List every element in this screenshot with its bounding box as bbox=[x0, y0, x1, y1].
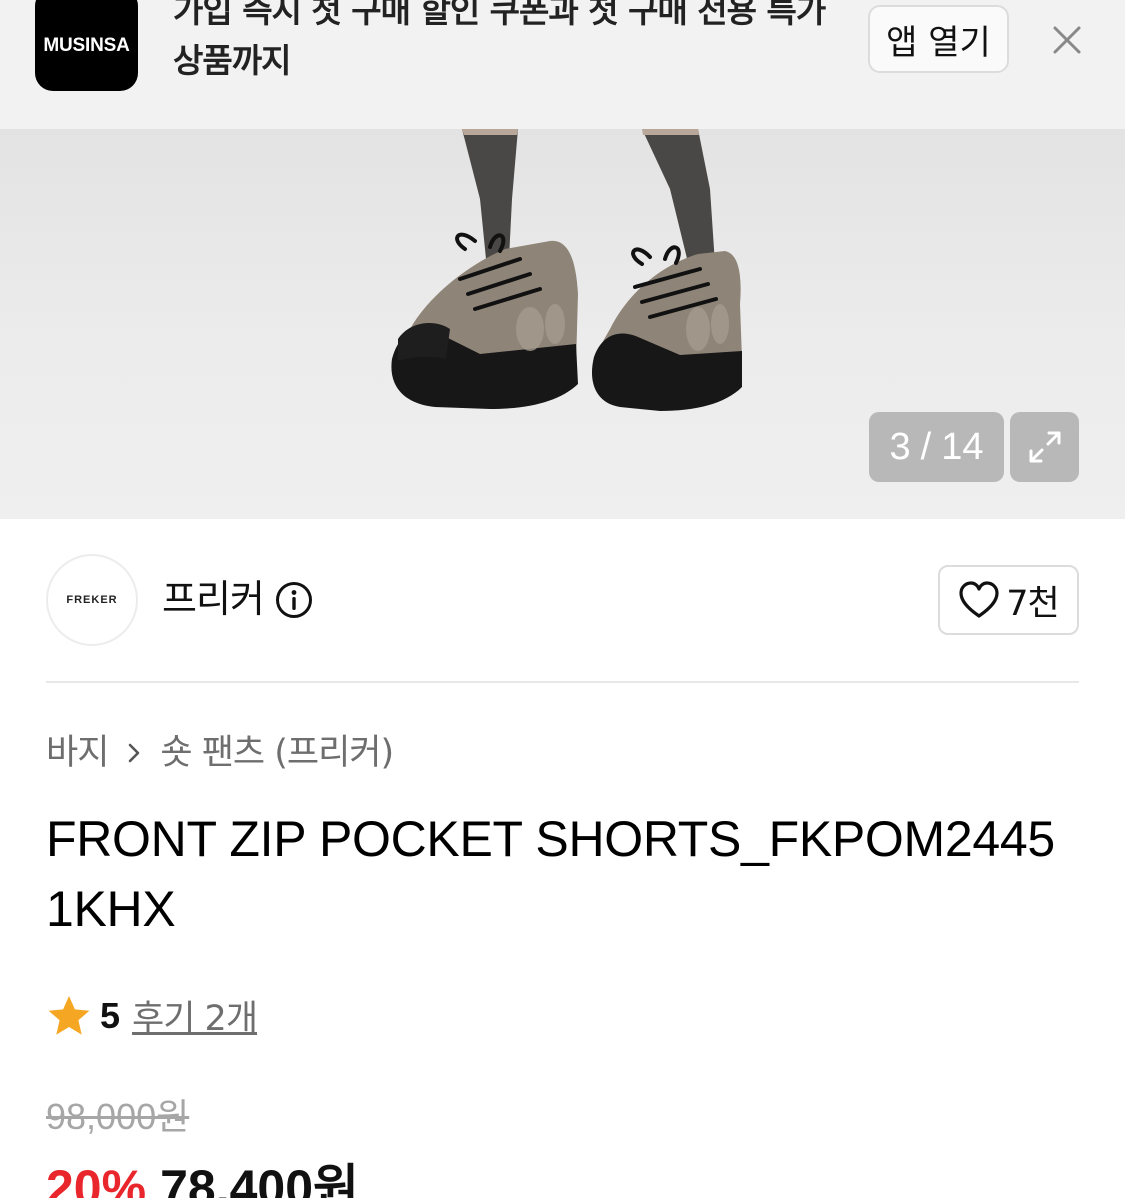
star-icon bbox=[48, 995, 90, 1035]
expand-icon bbox=[1029, 431, 1060, 463]
like-count: 7천 bbox=[1006, 583, 1059, 624]
info-icon bbox=[276, 582, 312, 618]
counter-separator: / bbox=[920, 425, 932, 468]
brand-name[interactable]: 프리커 bbox=[162, 574, 265, 624]
current-image-index: 3 bbox=[889, 425, 911, 468]
product-title: FRONT ZIP POCKET SHORTS_FKPOM2445 1KHX bbox=[46, 811, 1055, 937]
brand-logo-text: FREKER bbox=[66, 594, 118, 606]
original-price: 98,000원 bbox=[46, 1096, 190, 1137]
brand-info-button[interactable] bbox=[275, 581, 313, 619]
price-row: 20% 78,400원 bbox=[46, 1148, 359, 1198]
product-image bbox=[391, 129, 742, 411]
discount-rate: 20% bbox=[46, 1160, 147, 1198]
image-counter: 3 / 14 bbox=[869, 412, 1004, 482]
heart-icon bbox=[959, 581, 999, 618]
banner-message: 가입 즉시 첫 구매 할인 쿠폰과 첫 구매 전용 특가 상품까지 bbox=[173, 0, 826, 80]
like-button[interactable]: 7천 bbox=[938, 565, 1079, 635]
breadcrumb: 바지 숏 팬츠 (프리커) bbox=[46, 728, 394, 778]
close-icon bbox=[1053, 26, 1081, 54]
product-image-gallery[interactable]: 3 / 14 bbox=[0, 129, 1125, 519]
section-divider bbox=[46, 681, 1079, 683]
musinsa-app-logo: MUSINSA bbox=[35, 0, 138, 91]
sale-price: 78,400원 bbox=[160, 1160, 360, 1198]
close-banner-button[interactable] bbox=[1044, 16, 1090, 62]
app-install-banner: MUSINSA 가입 즉시 첫 구매 할인 쿠폰과 첫 구매 전용 특가 상품까… bbox=[0, 0, 1125, 129]
rating-summary: 5 후기 2개 bbox=[46, 990, 258, 1041]
brand-logo[interactable]: FREKER bbox=[46, 554, 138, 646]
rating-score: 5 bbox=[100, 994, 121, 1036]
total-image-count: 14 bbox=[941, 425, 984, 468]
breadcrumb-subcategory[interactable]: 숏 팬츠 (프리커) bbox=[160, 728, 394, 778]
open-app-button[interactable]: 앱 열기 bbox=[868, 5, 1009, 73]
chevron-right-icon bbox=[129, 743, 140, 763]
breadcrumb-category[interactable]: 바지 bbox=[46, 728, 109, 778]
app-logo-text: MUSINSA bbox=[43, 34, 130, 56]
reviews-link[interactable]: 후기 2개 bbox=[132, 990, 258, 1041]
expand-image-button[interactable] bbox=[1010, 412, 1079, 482]
